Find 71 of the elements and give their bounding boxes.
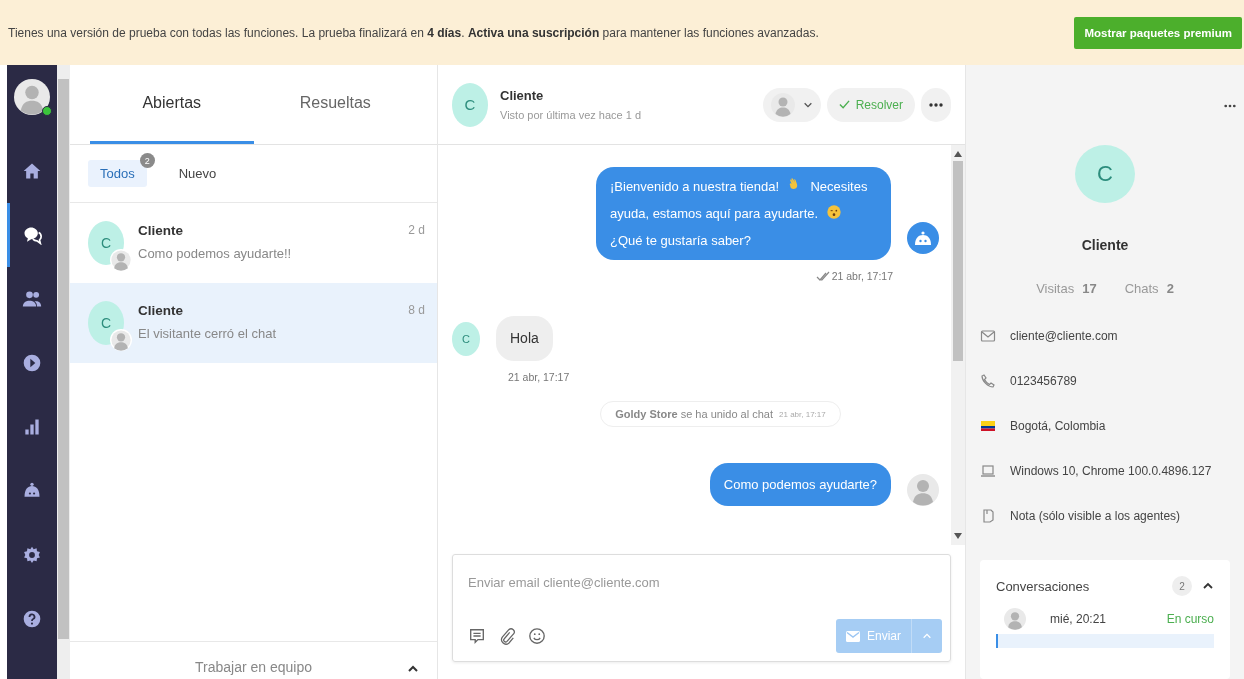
- message-bubble: Como podemos ayudarte?: [709, 463, 891, 506]
- detail-text: Windows 10, Chrome 100.0.4896.127: [1010, 463, 1212, 478]
- event-text: Goldy Store se ha unido al chat: [615, 408, 773, 420]
- agent-avatar-icon: [110, 249, 132, 271]
- message-preview: El visitante cerró el chat: [138, 326, 277, 341]
- more-icon: [929, 102, 943, 107]
- message-bubble: ¡Bienvenido a nuestra tienda! Necesites ayuda, estamos aquí para ayudarte. ¿Qué te gustaría saber?: [596, 167, 891, 260]
- note-icon[interactable]: [468, 627, 486, 645]
- check-icon: [838, 99, 850, 110]
- contact-name: Cliente: [1081, 237, 1129, 253]
- agent-avatar-icon: [1004, 608, 1026, 630]
- detail-text: 0123456789: [1010, 373, 1077, 388]
- phone-icon: [980, 372, 996, 389]
- agent-avatar-icon: [907, 474, 939, 506]
- section-title: Conversaciones: [996, 578, 1091, 594]
- tab[interactable]: Resueltas: [253, 65, 417, 144]
- more-icon: [1224, 104, 1236, 108]
- filter-chip[interactable]: Nuevo: [166, 160, 229, 187]
- winking-face-icon: [825, 204, 842, 220]
- envelope-icon: [980, 327, 996, 344]
- message-bubble: Hola: [496, 316, 553, 361]
- chevron-up-icon: [922, 631, 932, 641]
- avatar-icon[interactable]: [14, 79, 50, 115]
- contact-name: Cliente: [138, 223, 184, 238]
- bar-chart-icon[interactable]: [22, 417, 42, 437]
- agent-avatar-icon: [110, 329, 132, 351]
- contact-name: Cliente: [500, 88, 545, 103]
- last-seen-text: Visto por última vez hace 1 d: [500, 109, 643, 121]
- conversation-time: mié, 20:21: [1050, 612, 1108, 626]
- chat-bubbles-icon[interactable]: [22, 225, 42, 245]
- scroll-down-icon: [954, 533, 962, 539]
- stat-value: 17: [1082, 281, 1097, 296]
- scrollbar[interactable]: [57, 65, 70, 679]
- stat-label: Chats: [1124, 281, 1159, 296]
- event-time: 21 abr, 17:17: [779, 409, 826, 419]
- trial-message: Tienes una versión de prueba con todas las funciones. La prueba finalizará en 4 días. Activa una suscripción para mantener las funciones avanzadas.: [8, 25, 819, 40]
- scrollbar[interactable]: [951, 145, 965, 545]
- person-icon: [770, 92, 795, 117]
- note-icon: [980, 507, 996, 524]
- detail-text: cliente@cliente.com: [1010, 328, 1118, 343]
- contact-avatar: C: [452, 321, 480, 356]
- conversation-item[interactable]: C Cliente Como podemos ayudarte!! 2 d: [70, 203, 437, 283]
- attachment-icon[interactable]: [498, 627, 516, 645]
- note-field[interactable]: Nota (sólo visible a los agentes): [1010, 508, 1181, 523]
- timestamp: 8 d: [408, 303, 425, 317]
- settings-icon[interactable]: [22, 545, 42, 565]
- count-badge: 2: [1172, 576, 1192, 596]
- detail-text: Bogotá, Colombia: [1010, 418, 1106, 433]
- tab[interactable]: Abiertas: [90, 65, 254, 144]
- contact-name: Cliente: [138, 303, 184, 318]
- contact-avatar: C: [452, 82, 488, 127]
- play-circle-icon[interactable]: [22, 353, 42, 373]
- help-icon[interactable]: [22, 609, 42, 629]
- message-time: 21 abr, 17:17: [508, 371, 571, 383]
- emoji-icon[interactable]: [528, 627, 546, 645]
- active-indicator: [7, 203, 10, 267]
- team-work-label[interactable]: Trabajar en equipo: [195, 659, 312, 675]
- people-icon[interactable]: [22, 289, 42, 309]
- contact-avatar: C: [1075, 145, 1135, 203]
- timestamp: 2 d: [408, 223, 425, 237]
- laptop-icon: [980, 462, 996, 479]
- message-time: 21 abr, 17:17: [831, 270, 893, 282]
- message-preview: Como podemos ayudarte!!: [138, 246, 293, 261]
- conversation-status: En curso: [1166, 612, 1214, 626]
- conversation-item[interactable]: C Cliente El visitante cerró el chat 8 d: [70, 283, 437, 363]
- envelope-icon: [846, 630, 860, 642]
- home-icon[interactable]: [22, 161, 42, 181]
- bot-avatar-icon: [907, 222, 939, 254]
- scroll-up-icon: [954, 151, 962, 157]
- stat-label: Visitas: [1036, 281, 1075, 296]
- stat-value: 2: [1166, 281, 1174, 296]
